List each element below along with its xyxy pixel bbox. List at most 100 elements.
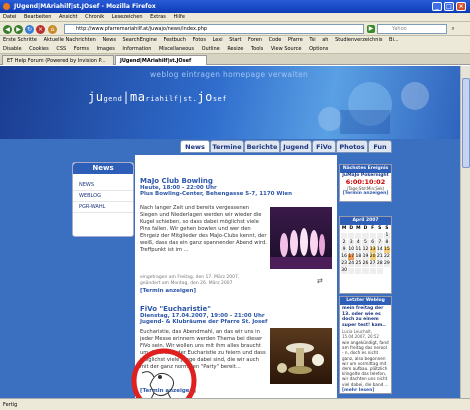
article-title[interactable]: MaJo Club Bowling <box>140 177 335 185</box>
calendar-day[interactable]: 5 <box>362 240 369 246</box>
search-input[interactable]: Yahoo <box>377 24 447 34</box>
scrollbar-thumb[interactable] <box>462 78 470 168</box>
tab-fun[interactable]: Fun <box>368 140 392 153</box>
tab-photos[interactable]: Photos <box>336 140 368 153</box>
menu-hilfe[interactable]: Hilfe <box>174 14 185 20</box>
menu-ansicht[interactable]: Ansicht <box>59 14 77 20</box>
weblog-headline[interactable]: mein freitag der 13. oder wie es doch zu… <box>340 305 391 329</box>
maximize-button[interactable]: □ <box>444 2 454 11</box>
site-logo[interactable]: jugend|mariahilf|st.josef <box>88 90 227 104</box>
bookmark-item[interactable]: Fotos <box>193 37 206 43</box>
calendar-export-icon[interactable]: ⇄ <box>317 277 323 285</box>
calendar-day[interactable]: 1 <box>383 233 390 239</box>
calendar-day[interactable]: 27 <box>369 261 376 267</box>
calendar-day[interactable]: 19 <box>362 254 369 260</box>
next-event-link[interactable]: [Termin anzeigen] <box>340 191 391 196</box>
dev-images[interactable]: Images <box>97 46 115 52</box>
tab-berichte[interactable]: Berichte <box>244 140 280 153</box>
tab-jugend[interactable]: Jugend <box>280 140 312 153</box>
bookmark-item[interactable]: News <box>102 37 116 43</box>
menu-bearbeiten[interactable]: Bearbeiten <box>24 14 51 20</box>
header-links[interactable]: weblog eintragen homepage verwalten <box>150 70 308 79</box>
bookmark-item[interactable]: Lexi <box>213 37 223 43</box>
calendar-day[interactable]: 29 <box>383 261 390 267</box>
calendar-day[interactable]: 18 <box>355 254 362 260</box>
calendar-day[interactable]: 10 <box>348 247 355 253</box>
calendar-day[interactable]: 15 <box>383 247 390 253</box>
dev-tools[interactable]: Tools <box>251 46 263 52</box>
bookmark-item[interactable]: ah <box>322 37 328 43</box>
calendar-day[interactable]: 20 <box>369 254 376 260</box>
bookmark-item[interactable]: Pfarre <box>288 37 303 43</box>
calendar-day[interactable]: 22 <box>383 254 390 260</box>
bookmark-item[interactable]: Foren <box>248 37 262 43</box>
go-button[interactable]: ▶ <box>367 25 375 33</box>
bookmark-item[interactable]: Tsi <box>309 37 315 43</box>
bookmark-item[interactable]: Bi... <box>389 37 399 43</box>
dev-options[interactable]: Options <box>309 46 328 52</box>
menu-chronik[interactable]: Chronik <box>85 14 104 20</box>
calendar-day[interactable]: 30 <box>341 268 348 274</box>
bookmark-item[interactable]: Code <box>269 37 282 43</box>
left-item-weblog[interactable]: WEBLOG <box>73 191 133 202</box>
page-viewport: weblog eintragen homepage verwalten juge… <box>0 66 470 398</box>
calendar-day[interactable]: 28 <box>376 261 383 267</box>
calendar-day[interactable]: 17 <box>348 254 355 260</box>
calendar-day[interactable]: 21 <box>376 254 383 260</box>
bookmark-item[interactable]: Erste Schritte <box>3 37 37 43</box>
left-item-news[interactable]: NEWS <box>73 180 133 191</box>
menu-datei[interactable]: Datei <box>3 14 16 20</box>
calendar-day[interactable]: 6 <box>369 240 376 246</box>
reload-icon[interactable]: ↻ <box>25 25 34 34</box>
bookmark-item[interactable]: SearchEngine <box>123 37 157 43</box>
bookmark-item[interactable]: Start <box>229 37 241 43</box>
calendar-day[interactable]: 7 <box>376 240 383 246</box>
calendar-day[interactable]: 16 <box>341 254 348 260</box>
minimize-button[interactable]: _ <box>432 2 442 11</box>
calendar-day[interactable]: 13 <box>369 247 376 253</box>
weblog-more-link[interactable]: [mehr lesen] <box>340 388 391 393</box>
dev-information[interactable]: Information <box>122 46 151 52</box>
calendar-day[interactable]: 2 <box>341 240 348 246</box>
calendar-day[interactable]: 8 <box>383 240 390 246</box>
tab-termine[interactable]: Termine <box>210 140 244 153</box>
menu-lesezeichen[interactable]: Lesezeichen <box>112 14 143 20</box>
calendar-day[interactable]: 4 <box>355 240 362 246</box>
calendar-day[interactable]: 14 <box>376 247 383 253</box>
dev-resize[interactable]: Resize <box>227 46 243 52</box>
address-bar[interactable]: http://www.pfarremariahilf.at/juwajo/new… <box>64 24 364 34</box>
dev-view-source[interactable]: View Source <box>271 46 302 52</box>
stop-icon[interactable]: × <box>36 25 45 34</box>
dev-miscellaneous[interactable]: Miscellaneous <box>159 46 194 52</box>
article-termin-link[interactable]: [Termin anzeigen] <box>140 288 196 294</box>
home-icon[interactable]: ⌂ <box>48 25 57 34</box>
article-title[interactable]: FiVo "Eucharistie" <box>140 305 335 313</box>
dev-cookies[interactable]: Cookies <box>29 46 49 52</box>
calendar-day[interactable]: 24 <box>348 261 355 267</box>
calendar-day[interactable]: 23 <box>341 261 348 267</box>
calendar-day[interactable]: 3 <box>348 240 355 246</box>
bookmark-item[interactable]: Studienverzeichnis <box>335 37 382 43</box>
dev-forms[interactable]: Forms <box>74 46 89 52</box>
left-item-pgr-wahl[interactable]: PGR-WAHL <box>73 202 133 213</box>
dev-css[interactable]: CSS <box>56 46 66 52</box>
forward-icon[interactable]: ▶ <box>14 25 23 34</box>
dev-outline[interactable]: Outline <box>202 46 220 52</box>
tab-fivo[interactable]: FiVo <box>312 140 336 153</box>
bookmark-item[interactable]: Aktuelle Nachrichten <box>44 37 96 43</box>
vertical-scrollbar[interactable] <box>460 66 470 398</box>
back-icon[interactable]: ◀ <box>3 25 12 34</box>
calendar-day[interactable]: 25 <box>355 261 362 267</box>
calendar-day[interactable]: 26 <box>362 261 369 267</box>
tab-news[interactable]: News <box>180 140 210 153</box>
bookmark-item[interactable]: Festbuch <box>163 37 186 43</box>
calendar-day[interactable]: 12 <box>362 247 369 253</box>
tab-et-help-forum[interactable]: ET Help Forum (Powered by Invision P... <box>2 55 114 65</box>
dev-disable[interactable]: Disable <box>3 46 22 52</box>
search-icon[interactable]: ⌕ <box>449 25 457 33</box>
close-button[interactable]: × <box>456 2 466 11</box>
calendar-day[interactable]: 11 <box>355 247 362 253</box>
menu-extras[interactable]: Extras <box>150 14 166 20</box>
tab-jugend-mariahilf[interactable]: JUgend|MAriahilf|st.JOsef <box>115 55 207 65</box>
calendar-day[interactable]: 9 <box>341 247 348 253</box>
